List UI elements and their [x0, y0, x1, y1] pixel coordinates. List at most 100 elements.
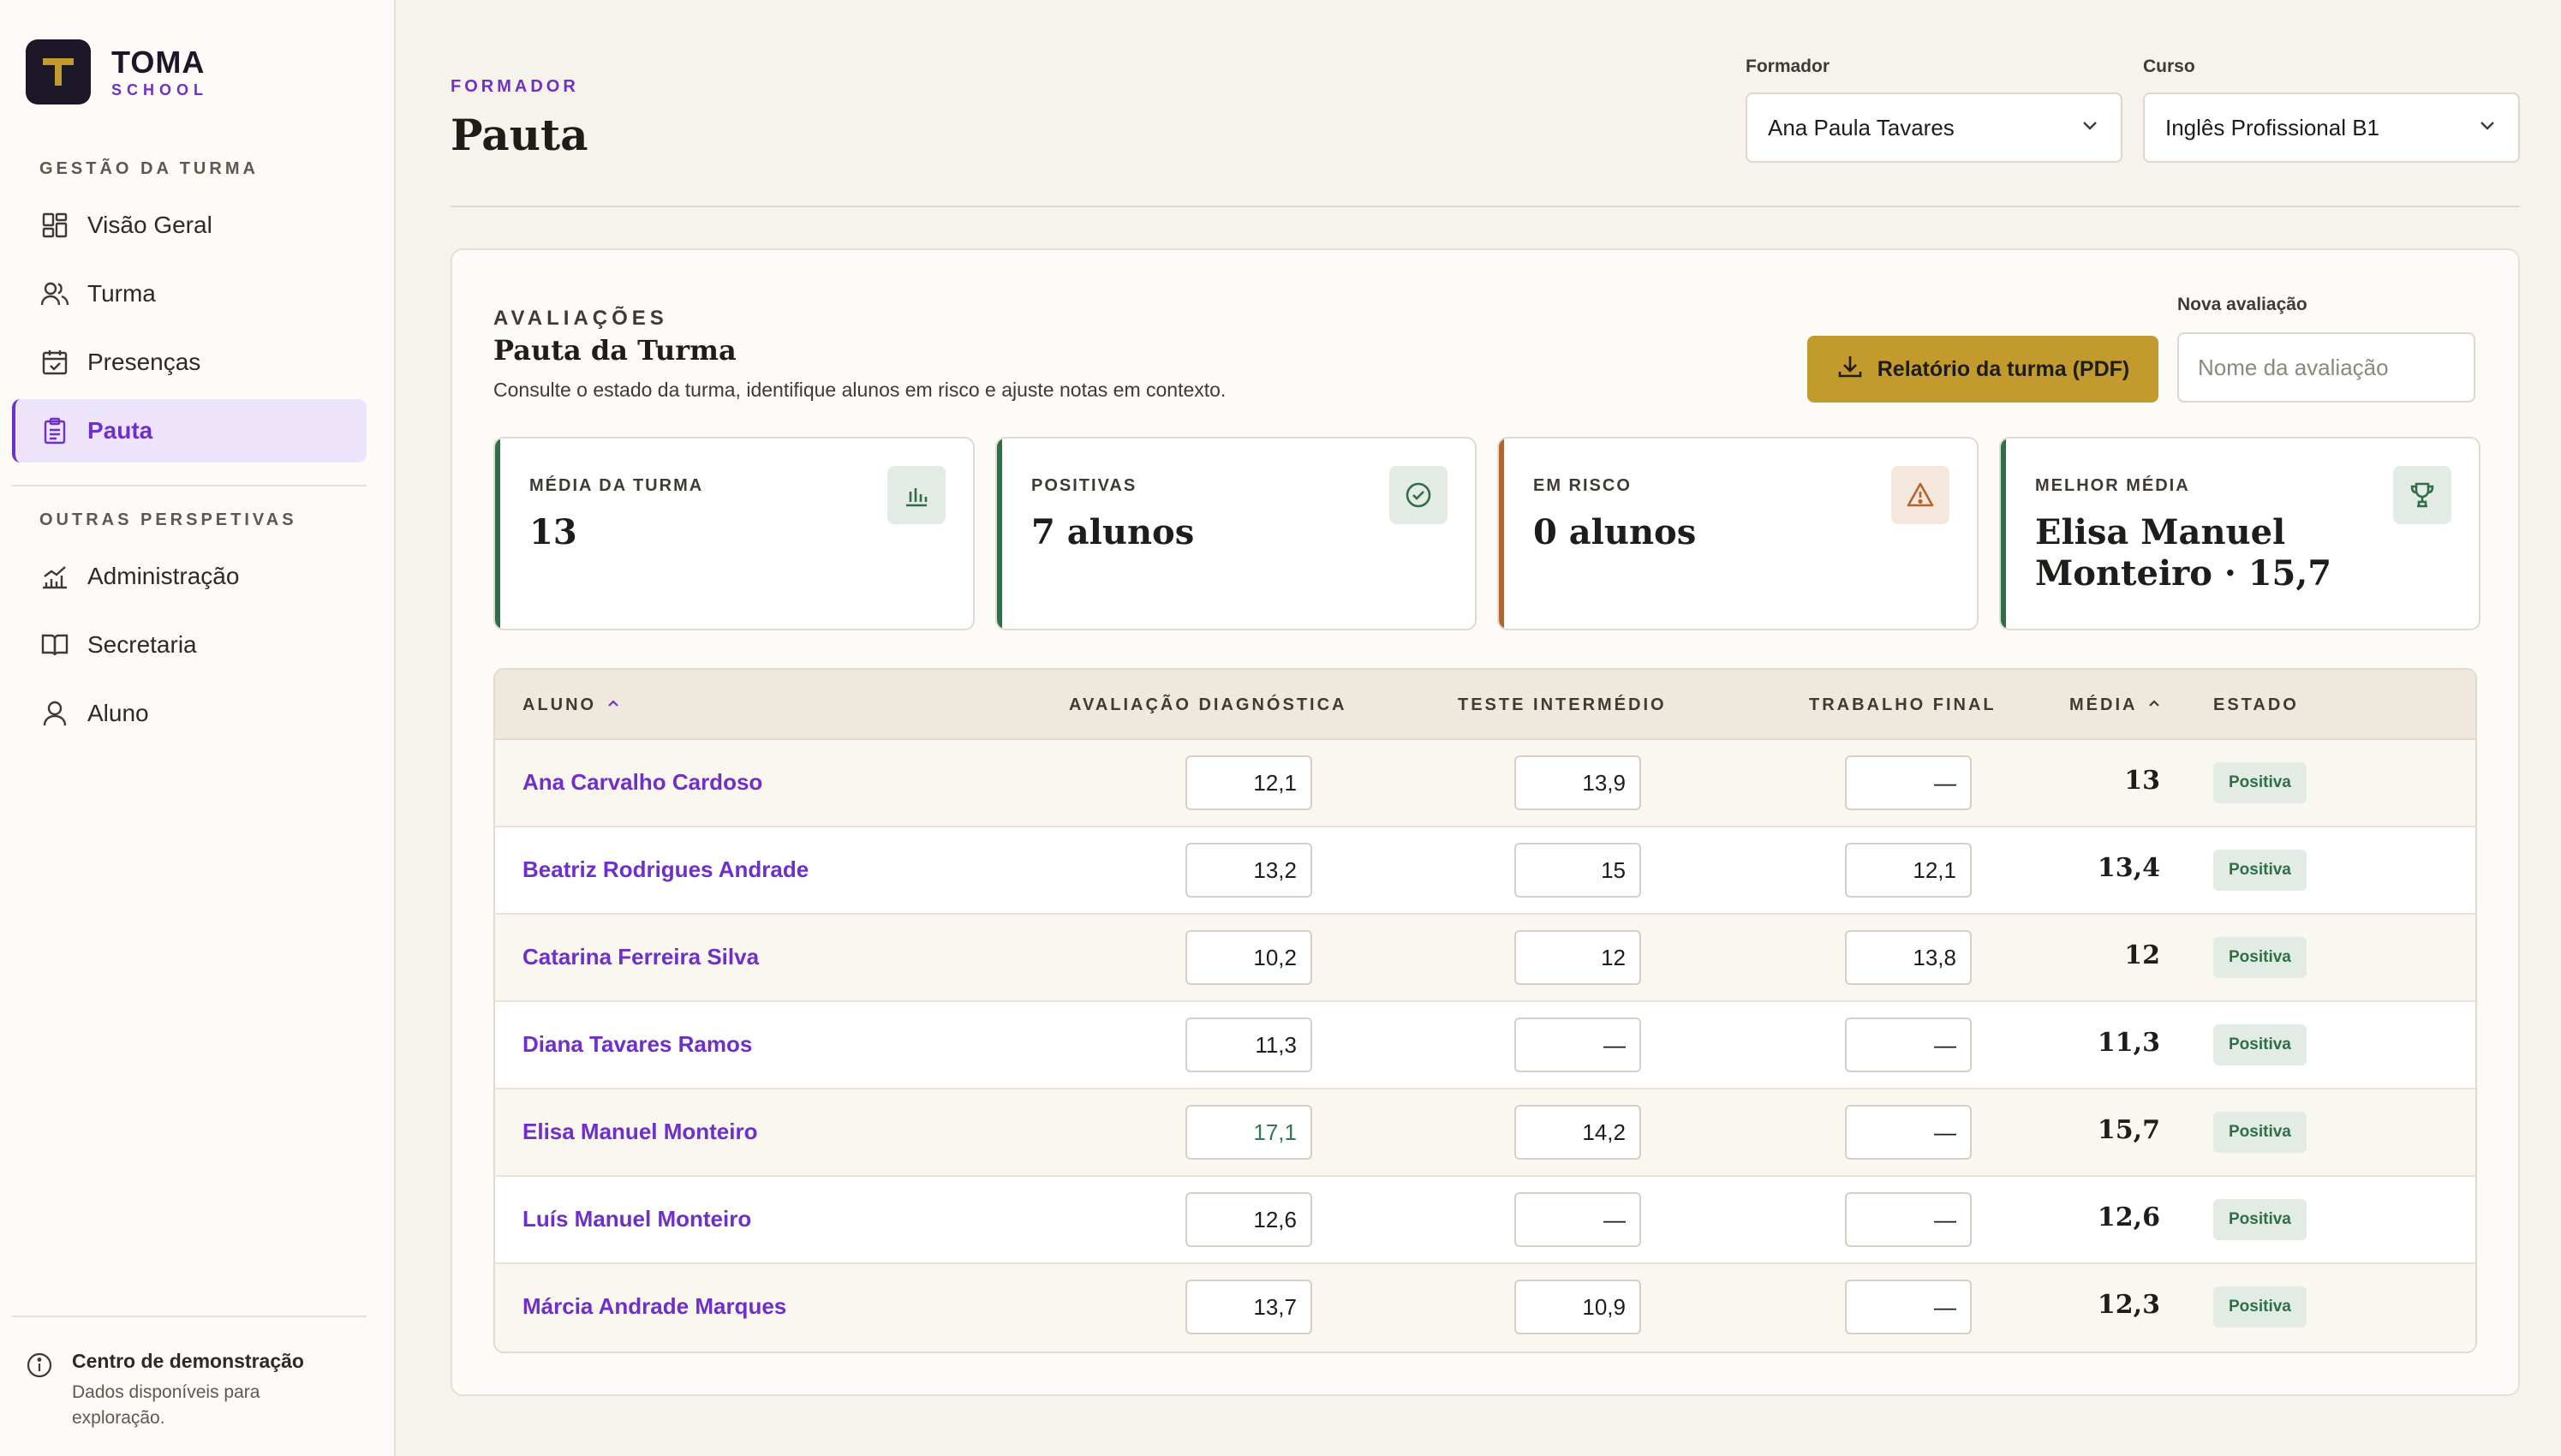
- page-title: Pauta: [451, 110, 588, 160]
- table-header: ALUNO AVALIAÇÃO DIAGNÓSTICA TESTE INTERM…: [495, 670, 2475, 740]
- new-evaluation-input[interactable]: [2177, 332, 2475, 403]
- stat-value: 13: [529, 512, 577, 552]
- table-row: Beatriz Rodrigues Andrade 13,2 15 12,1 1…: [495, 827, 2475, 915]
- demo-notice: Centro de demonstração Dados disponíveis…: [26, 1350, 329, 1431]
- grade-input-intermedio[interactable]: —: [1514, 1192, 1641, 1247]
- grade-input-intermedio[interactable]: 12: [1514, 930, 1641, 985]
- th-label: MÉDIA: [2069, 695, 2138, 714]
- sidebar-item-label: Secretaria: [87, 631, 197, 658]
- th-teste-intermedio[interactable]: TESTE INTERMÉDIO: [1458, 695, 1667, 715]
- users-icon: [39, 278, 70, 309]
- sidebar-item-turma[interactable]: Turma: [12, 262, 367, 325]
- table-row: Márcia Andrade Marques 13,7 10,9 — 12,3 …: [495, 1264, 2475, 1352]
- grade-input-final[interactable]: —: [1845, 755, 1972, 810]
- bar-chart-icon: [39, 561, 70, 592]
- grade-input-diagnostica[interactable]: 17,1: [1185, 1105, 1312, 1160]
- sidebar-item-aluno[interactable]: Aluno: [12, 682, 367, 745]
- th-trabalho-final[interactable]: TRABALHO FINAL: [1809, 695, 1997, 715]
- status-badge: Positiva: [2213, 937, 2307, 978]
- grade-input-final[interactable]: —: [1845, 1105, 1972, 1160]
- section-label-outras: OUTRAS PERSPETIVAS: [39, 510, 297, 529]
- sidebar-divider: [12, 485, 367, 486]
- th-aluno[interactable]: ALUNO: [522, 695, 620, 715]
- stat-value: Elisa Manuel Monteiro · 15,7: [2035, 512, 2332, 594]
- stat-value: 0 alunos: [1533, 512, 1697, 552]
- calendar-check-icon: [39, 347, 70, 378]
- alert-triangle-icon: [1891, 466, 1949, 524]
- student-name-link[interactable]: Márcia Andrade Marques: [522, 1293, 786, 1320]
- grade-input-diagnostica[interactable]: 12,6: [1185, 1192, 1312, 1247]
- stat-melhor-media: MELHOR MÉDIA Elisa Manuel Monteiro · 15,…: [1999, 437, 2480, 630]
- status-badge: Positiva: [2213, 762, 2307, 803]
- grade-input-intermedio[interactable]: 13,9: [1514, 755, 1641, 810]
- grade-input-final[interactable]: —: [1845, 1280, 1972, 1334]
- student-name-link[interactable]: Luís Manuel Monteiro: [522, 1206, 751, 1232]
- status-badge: Positiva: [2213, 1286, 2307, 1328]
- download-icon: [1836, 353, 1864, 386]
- grade-input-diagnostica[interactable]: 13,2: [1185, 843, 1312, 898]
- curso-label: Curso: [2143, 57, 2195, 76]
- bar-chart-icon: [887, 466, 946, 524]
- header-divider: [451, 206, 2520, 207]
- sidebar-item-pauta[interactable]: Pauta: [12, 399, 367, 462]
- stat-positivas: POSITIVAS 7 alunos: [995, 437, 1477, 630]
- stat-label: MÉDIA DA TURMA: [529, 476, 704, 495]
- stat-media-turma: MÉDIA DA TURMA 13: [493, 437, 975, 630]
- stat-accent-bar: [1499, 439, 1504, 629]
- trophy-icon: [2393, 466, 2451, 524]
- sidebar-item-administracao[interactable]: Administração: [12, 545, 367, 608]
- brand[interactable]: TOMA SCHOOL: [26, 39, 208, 104]
- grade-input-intermedio[interactable]: 14,2: [1514, 1105, 1641, 1160]
- curso-select[interactable]: Inglês Profissional B1: [2143, 92, 2520, 163]
- th-label: ALUNO: [522, 695, 597, 714]
- stat-label: POSITIVAS: [1031, 476, 1137, 495]
- average-text: 12: [2124, 940, 2160, 970]
- student-name-link[interactable]: Elisa Manuel Monteiro: [522, 1119, 758, 1145]
- grade-input-final[interactable]: 12,1: [1845, 843, 1972, 898]
- grade-input-final[interactable]: —: [1845, 1192, 1972, 1247]
- stat-label: MELHOR MÉDIA: [2035, 476, 2190, 495]
- grade-input-intermedio[interactable]: 15: [1514, 843, 1641, 898]
- formador-label: Formador: [1746, 57, 1830, 76]
- formador-value: Ana Paula Tavares: [1768, 114, 1955, 140]
- grade-input-final[interactable]: —: [1845, 1017, 1972, 1072]
- chevron-down-icon: [2080, 115, 2100, 141]
- student-name-link[interactable]: Catarina Ferreira Silva: [522, 944, 759, 970]
- sidebar-item-visao-geral[interactable]: Visão Geral: [12, 194, 367, 257]
- card-title: Pauta da Turma: [493, 334, 737, 367]
- sidebar: TOMA SCHOOL GESTÃO DA TURMA Visão Geral …: [0, 0, 396, 1456]
- sidebar-item-secretaria[interactable]: Secretaria: [12, 613, 367, 677]
- curso-value: Inglês Profissional B1: [2165, 114, 2380, 140]
- grade-input-intermedio[interactable]: 10,9: [1514, 1280, 1641, 1334]
- sidebar-item-label: Aluno: [87, 700, 149, 726]
- status-badge: Positiva: [2213, 1112, 2307, 1153]
- grade-input-diagnostica[interactable]: 13,7: [1185, 1280, 1312, 1334]
- logo-t-icon: [43, 58, 74, 86]
- stat-value: 7 alunos: [1031, 512, 1195, 552]
- stat-label: EM RISCO: [1533, 476, 1632, 495]
- student-name-link[interactable]: Beatriz Rodrigues Andrade: [522, 856, 809, 883]
- grade-input-final[interactable]: 13,8: [1845, 930, 1972, 985]
- grade-input-diagnostica[interactable]: 12,1: [1185, 755, 1312, 810]
- sidebar-item-label: Visão Geral: [87, 212, 212, 238]
- chevron-up-icon: [2147, 695, 2161, 715]
- grade-input-intermedio[interactable]: —: [1514, 1017, 1641, 1072]
- clipboard-icon: [39, 415, 70, 446]
- logo: [26, 39, 91, 104]
- stat-em-risco: EM RISCO 0 alunos: [1497, 437, 1979, 630]
- info-icon: [26, 1352, 53, 1431]
- student-name-link[interactable]: Ana Carvalho Cardoso: [522, 769, 762, 796]
- card-description: Consulte o estado da turma, identifique …: [493, 379, 1227, 401]
- formador-select[interactable]: Ana Paula Tavares: [1746, 92, 2122, 163]
- sidebar-item-presencas[interactable]: Presenças: [12, 331, 367, 394]
- stat-accent-bar: [2001, 439, 2006, 629]
- grade-input-diagnostica[interactable]: 10,2: [1185, 930, 1312, 985]
- th-avaliacao-diagnostica[interactable]: AVALIAÇÃO DIAGNÓSTICA: [1069, 695, 1346, 715]
- average-text: 13,4: [2097, 853, 2160, 883]
- grade-input-diagnostica[interactable]: 11,3: [1185, 1017, 1312, 1072]
- student-name-link[interactable]: Diana Tavares Ramos: [522, 1031, 752, 1058]
- sidebar-item-label: Administração: [87, 563, 240, 589]
- th-media[interactable]: MÉDIA: [2069, 695, 2161, 715]
- chevron-up-icon: [606, 695, 620, 715]
- pdf-report-button[interactable]: Relatório da turma (PDF): [1807, 336, 2158, 403]
